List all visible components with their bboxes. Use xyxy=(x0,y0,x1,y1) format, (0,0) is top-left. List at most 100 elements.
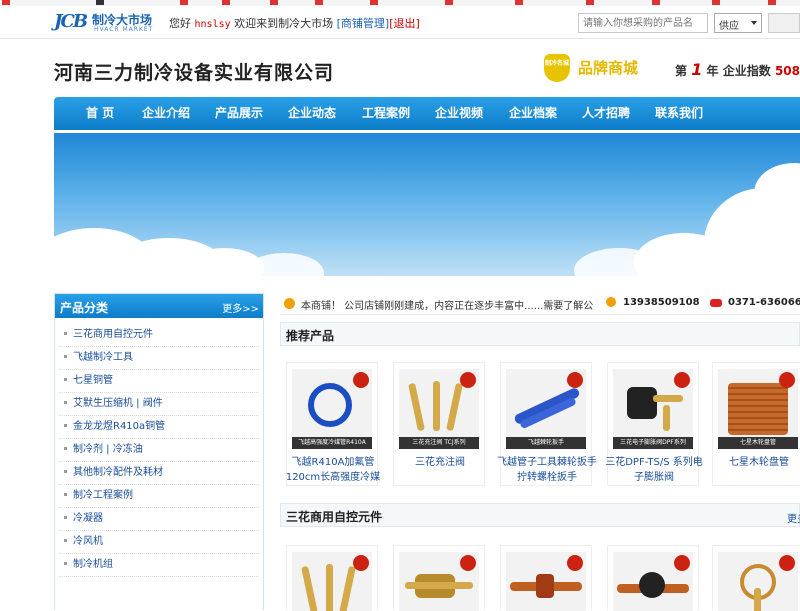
bookmark-icon[interactable] xyxy=(768,0,776,5)
recommend-title: 推荐产品 xyxy=(286,329,335,343)
quality-stamp-icon xyxy=(674,555,690,571)
nav-contact[interactable]: 联系我们 xyxy=(655,97,703,130)
shop-manage-link[interactable]: [商铺管理] xyxy=(337,17,390,30)
category-item[interactable]: 冷凝器 xyxy=(59,508,259,531)
bullet-icon xyxy=(64,538,67,542)
category-item[interactable]: 制冷剂 | 冷冻油 xyxy=(59,439,259,462)
category-item[interactable]: 冷风机 xyxy=(59,531,259,554)
site-logo[interactable]: JCB 制冷大市场 HVACR MARKET xyxy=(54,11,158,35)
product-name[interactable]: 飞越R410A加氟管120cm长高强度冷媒 xyxy=(281,455,385,485)
category-label: 艾默生压缩机 | 阀件 xyxy=(73,398,163,409)
product-card[interactable] xyxy=(500,545,592,611)
brand-mall-label: 品牌商城 xyxy=(578,59,639,77)
bullet-icon xyxy=(64,492,67,496)
nav-products[interactable]: 产品展示 xyxy=(215,97,263,130)
search-input[interactable] xyxy=(578,13,708,33)
bullet-icon xyxy=(64,331,67,335)
product-card[interactable] xyxy=(607,545,699,611)
product-card[interactable] xyxy=(712,545,800,611)
product-image: 飞越高强度冷媒管R410A xyxy=(292,369,372,449)
product-image xyxy=(399,552,479,611)
nav-cases[interactable]: 工程案例 xyxy=(362,97,410,130)
bookmark-icon[interactable] xyxy=(712,0,720,5)
category-item[interactable]: 制冷工程案例 xyxy=(59,485,259,508)
bookmark-icon[interactable] xyxy=(96,0,104,5)
quality-stamp-icon xyxy=(353,372,369,388)
valve-icon xyxy=(433,381,440,431)
quality-stamp-icon xyxy=(674,372,690,388)
product-image xyxy=(506,552,586,611)
bookmark-icon[interactable] xyxy=(445,0,453,5)
product-card[interactable] xyxy=(286,545,378,611)
product-card[interactable]: 三花充注阀 TCJ系列 三花充注阀 xyxy=(393,362,485,486)
category-item[interactable]: 七星铜管 xyxy=(59,370,259,393)
pipe-icon xyxy=(754,588,761,611)
logout-link[interactable]: [退出] xyxy=(389,17,420,30)
greeting-prefix: 您好 xyxy=(169,17,191,30)
bookmark-icon[interactable] xyxy=(652,0,660,5)
bullet-icon xyxy=(64,400,67,404)
nav-videos[interactable]: 企业视频 xyxy=(435,97,483,130)
valve-icon xyxy=(301,565,318,611)
bookmark-icon[interactable] xyxy=(270,0,278,5)
product-strip-text: 七星木轮盘管 xyxy=(718,437,798,449)
category-item[interactable]: 制冷机组 xyxy=(59,554,259,577)
bookmark-icon[interactable] xyxy=(370,0,378,5)
product-image: 三花充注阀 TCJ系列 xyxy=(399,369,479,449)
category-item[interactable]: 飞越制冷工具 xyxy=(59,347,259,370)
category-item[interactable]: 艾默生压缩机 | 阀件 xyxy=(59,393,259,416)
notice-message: 本商铺！ 公司店铺刚刚建成，内容正在逐步丰富中......需要了解公 xyxy=(301,301,594,312)
product-name[interactable]: 三花充注阀 xyxy=(388,455,492,470)
product-strip-text: 飞越高强度冷媒管R410A xyxy=(292,437,372,449)
category-label: 冷凝器 xyxy=(73,513,103,524)
nav-archive[interactable]: 企业档案 xyxy=(509,97,557,130)
product-card[interactable] xyxy=(393,545,485,611)
category-section-more-link[interactable]: 更多 xyxy=(787,510,800,525)
nav-news[interactable]: 企业动态 xyxy=(288,97,336,130)
product-card[interactable]: 三花电子膨胀阀DPF系列 三花DPF-TS/S 系列电子膨胀阀 xyxy=(605,362,703,486)
category-label: 金龙龙煜R410a铜管 xyxy=(73,421,166,432)
product-card[interactable]: 飞越高强度冷媒管R410A 飞越R410A加氟管120cm长高强度冷媒 xyxy=(286,362,380,486)
category-item[interactable]: 金龙龙煜R410a铜管 xyxy=(59,416,259,439)
product-strip-text: 三花充注阀 TCJ系列 xyxy=(399,437,479,449)
bookmark-icon[interactable] xyxy=(515,0,523,5)
hose-coil-icon xyxy=(308,383,352,427)
category-label: 制冷机组 xyxy=(73,559,113,570)
product-card[interactable]: 七星木轮盘管 七星木轮盘管 xyxy=(712,362,800,486)
bookmark-icon[interactable] xyxy=(315,0,323,5)
category-item[interactable]: 其他制冷配件及耗材 xyxy=(59,462,259,485)
search-type-select[interactable]: 供应 xyxy=(714,13,762,33)
product-name[interactable]: 三花DPF-TS/S 系列电子膨胀阀 xyxy=(602,455,706,485)
rank-year-unit: 年 xyxy=(706,64,719,78)
bookmark-icon[interactable] xyxy=(2,0,10,5)
bookmark-icon[interactable] xyxy=(222,0,230,5)
bookmark-icon[interactable] xyxy=(180,0,188,5)
product-image: 飞越棘轮扳手 xyxy=(506,369,586,449)
nav-home[interactable]: 首 页 xyxy=(86,97,114,130)
product-name[interactable]: 七星木轮盘管 xyxy=(707,455,800,470)
quality-stamp-icon xyxy=(779,372,795,388)
coil-body-icon xyxy=(627,387,657,419)
category-label: 冷风机 xyxy=(73,536,103,547)
index-label: 企业指数 xyxy=(722,64,771,78)
sidebar-more-link[interactable]: 更多>> xyxy=(222,300,259,315)
category-label: 三花商用自控元件 xyxy=(73,329,153,340)
logo-mark-icon: JCB xyxy=(54,11,88,32)
nav-jobs[interactable]: 人才招聘 xyxy=(582,97,630,130)
valve-body-icon xyxy=(536,574,554,598)
category-label: 制冷剂 | 冷冻油 xyxy=(73,444,143,455)
search-type-value: 供应 xyxy=(719,21,739,32)
category-label: 飞越制冷工具 xyxy=(73,352,133,363)
username: hnslsy xyxy=(194,19,231,30)
search-button[interactable] xyxy=(768,13,800,33)
bookmark-icon[interactable] xyxy=(586,0,594,5)
pipe-icon xyxy=(405,582,473,589)
valve-body-icon xyxy=(639,572,665,598)
nav-company-intro[interactable]: 企业介绍 xyxy=(142,97,190,130)
product-image xyxy=(718,552,798,611)
company-name: 河南三力制冷设备实业有限公司 xyxy=(54,62,335,84)
category-item[interactable]: 三花商用自控元件 xyxy=(59,324,259,347)
logo-en-text: HVACR MARKET xyxy=(94,26,154,33)
product-card[interactable]: 飞越棘轮扳手 飞越管子工具棘轮扳手拧转螺栓扳手 xyxy=(497,362,597,486)
product-name[interactable]: 飞越管子工具棘轮扳手拧转螺栓扳手 xyxy=(495,455,599,485)
